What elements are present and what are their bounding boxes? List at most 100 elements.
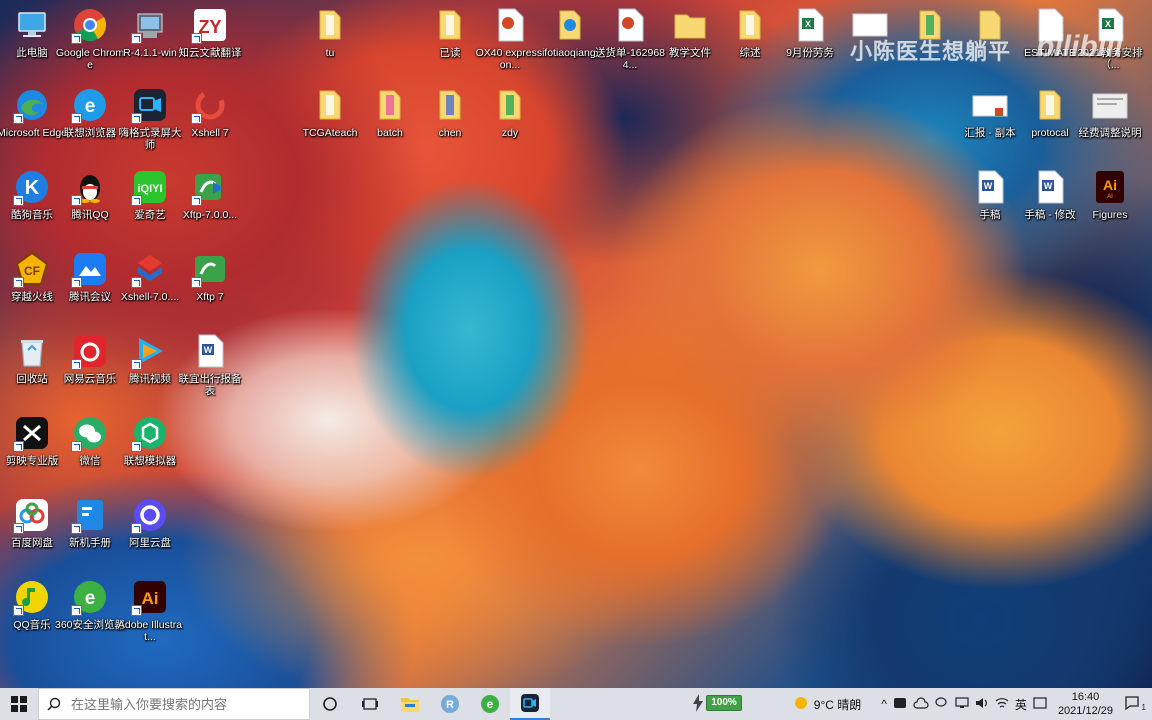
- svg-text:CF: CF: [24, 264, 40, 278]
- svg-text:W: W: [984, 181, 993, 191]
- desktop-icon-protocal[interactable]: protocal: [1018, 86, 1082, 139]
- taskbar-search-box[interactable]: [38, 688, 310, 720]
- desktop-icon-folder-review[interactable]: 综述: [718, 6, 782, 59]
- clock-date: 2021/12/29: [1057, 705, 1113, 717]
- weather-sun-icon[interactable]: [791, 696, 811, 713]
- folder-icon: [674, 14, 706, 39]
- desktop-icon-illustrator[interactable]: Ai Adobe Illustrat...: [118, 578, 182, 643]
- desktop-icon-screen-recorder[interactable]: 嗨格式录屏大师: [118, 86, 182, 151]
- desktop-icon-360-browser[interactable]: e 360安全浏览器: [55, 578, 125, 631]
- desktop-icon-label: 知云文献翻译: [178, 47, 242, 59]
- desktop-icon-label: Adobe Illustrat...: [117, 619, 183, 643]
- svg-text:e: e: [85, 588, 96, 609]
- svg-text:R: R: [446, 699, 454, 711]
- start-button[interactable]: [0, 688, 38, 720]
- cortana-circle-icon: [323, 697, 337, 711]
- desktop-icon-fotiaoqiang[interactable]: fotiaoqiang: [538, 6, 602, 59]
- volume-icon[interactable]: [972, 697, 992, 712]
- illustrator-file-icon: AiAI: [1096, 171, 1124, 203]
- desktop-icon-iqiyi[interactable]: iQIYI 爱奇艺: [118, 168, 182, 221]
- charging-bolt-icon: [693, 694, 703, 712]
- display-icon[interactable]: [952, 696, 972, 712]
- desktop-icon-aliyun-drive[interactable]: 阿里云盘: [118, 496, 182, 549]
- task-view-icon: [362, 698, 378, 710]
- powerpoint-thumbnail-icon: [972, 95, 1008, 117]
- taskbar-360-browser[interactable]: e: [470, 688, 510, 720]
- desktop-icon-travel-report[interactable]: W 联宜出行报备表: [178, 332, 242, 397]
- wechat-tray-icon[interactable]: [932, 696, 952, 713]
- desktop-icon-budget-note[interactable]: 经费调整说明: [1078, 86, 1142, 139]
- desktop-icon-ox40-ppt[interactable]: OX40 expression...: [476, 6, 544, 71]
- wifi-icon[interactable]: [992, 697, 1012, 712]
- desktop-icon-folder-zdy[interactable]: zdy: [478, 86, 542, 139]
- desktop-icon-delivery-note[interactable]: 送货单-1629684...: [595, 6, 665, 71]
- desktop-icon-chrome[interactable]: Google Chrome: [56, 6, 124, 71]
- desktop-icon-xftp7[interactable]: Xftp 7: [178, 250, 242, 303]
- system-tray: 9°C 晴朗 ^ 英 16:40 2021/12/29 1: [791, 688, 1152, 720]
- svg-text:X: X: [805, 19, 811, 29]
- desktop-icon-label: Xftp-7.0.0...: [182, 209, 238, 221]
- rstudio-icon: R: [441, 695, 459, 713]
- desktop-icon-r-installer[interactable]: R-4.1.1-win: [118, 6, 182, 59]
- svg-text:W: W: [1044, 181, 1053, 191]
- desktop-icon-xftp-installer[interactable]: Xftp-7.0.0...: [178, 168, 242, 221]
- input-method-icon[interactable]: [1030, 696, 1050, 712]
- desktop-icon-qq[interactable]: 腾讯QQ: [58, 168, 122, 221]
- clock-time: 16:40: [1071, 691, 1100, 703]
- svg-text:Ai: Ai: [1103, 177, 1117, 193]
- desktop-icon-wechat[interactable]: 微信: [58, 414, 122, 467]
- desktop-icon-lenovo-emulator[interactable]: 联想模拟器: [118, 414, 182, 467]
- desktop-icon-manuscript[interactable]: W 手稿: [958, 168, 1022, 221]
- 360-browser-icon: e: [481, 695, 499, 713]
- task-view-button[interactable]: [350, 688, 390, 720]
- desktop-icon-label: 阿里云盘: [129, 537, 171, 549]
- notification-center-button[interactable]: 1: [1121, 695, 1152, 714]
- taskbar-rstudio[interactable]: R: [430, 688, 470, 720]
- tray-app-icon[interactable]: [890, 696, 910, 713]
- desktop-icon-folder-teaching[interactable]: 教学文件: [658, 6, 722, 59]
- desktop-icon-label: zdy: [501, 127, 519, 139]
- taskbar-file-explorer[interactable]: [390, 688, 430, 720]
- input-language[interactable]: 英: [1012, 696, 1030, 713]
- desktop-icon-september-labor[interactable]: X 9月份劳务: [778, 6, 842, 59]
- desktop-icon-xshell-installer[interactable]: Xshell-7.0....: [118, 250, 182, 303]
- desktop-icon-lenovo-browser[interactable]: e 联想浏览器: [58, 86, 122, 139]
- desktop-icon-figures[interactable]: Ai AI Figures: [1078, 168, 1142, 221]
- svg-text:iQIYI: iQIYI: [137, 183, 162, 195]
- search-input[interactable]: [69, 695, 303, 713]
- desktop-icon-new-manual[interactable]: 新机手册: [58, 496, 122, 549]
- desktop-icon-folder-batch[interactable]: batch: [358, 86, 422, 139]
- desktop-icon-folder-read[interactable]: 已读: [418, 6, 482, 59]
- weather-text[interactable]: 9°C 晴朗: [811, 696, 864, 713]
- folder-icon: [1039, 90, 1061, 120]
- desktop-icon-xshell7[interactable]: Xshell 7: [178, 86, 242, 139]
- desktop-icon-tencent-video[interactable]: 腾讯视频: [118, 332, 182, 385]
- svg-text:AI: AI: [1107, 194, 1113, 200]
- svg-text:e: e: [85, 96, 96, 117]
- desktop-icon-folder-tu[interactable]: tu: [298, 6, 362, 59]
- desktop-icon-folder-tcgateach[interactable]: TCGAteach: [298, 86, 362, 139]
- folder-icon: [319, 10, 341, 40]
- notification-count-badge: 1: [1141, 702, 1146, 712]
- desktop: 此电脑 Microsoft Edge K 酷狗音乐 CF 穿越火线 回收站 剪映…: [0, 0, 1152, 720]
- chevron-up-icon[interactable]: ^: [878, 697, 890, 711]
- desktop-icon-zhiyun[interactable]: ZY 知云文献翻译: [178, 6, 242, 59]
- folder-icon: [499, 90, 521, 120]
- desktop-icon-manuscript-edit[interactable]: W 手稿 - 修改: [1018, 168, 1082, 221]
- onedrive-cloud-icon[interactable]: [910, 696, 932, 712]
- folder-icon: [439, 10, 461, 40]
- bilibili-logo: bilibili: [1036, 30, 1123, 63]
- desktop-icon-folder-chen[interactable]: chen: [418, 86, 482, 139]
- desktop-icon-report-copy[interactable]: 汇报 - 副本: [958, 86, 1022, 139]
- excel-document-icon: X: [798, 8, 824, 42]
- computer-icon: [18, 12, 46, 37]
- folder-icon: [319, 90, 341, 120]
- clock[interactable]: 16:40 2021/12/29: [1050, 690, 1121, 718]
- desktop-icon-netease-music[interactable]: 网易云音乐: [58, 332, 122, 385]
- desktop-icon-tencent-meeting[interactable]: 腾讯会议: [58, 250, 122, 303]
- battery-percent: 100%: [706, 695, 742, 711]
- taskbar-screen-recorder[interactable]: [510, 688, 550, 720]
- svg-text:e: e: [487, 697, 494, 711]
- battery-indicator[interactable]: 100%: [692, 694, 742, 712]
- cortana-button[interactable]: [310, 688, 350, 720]
